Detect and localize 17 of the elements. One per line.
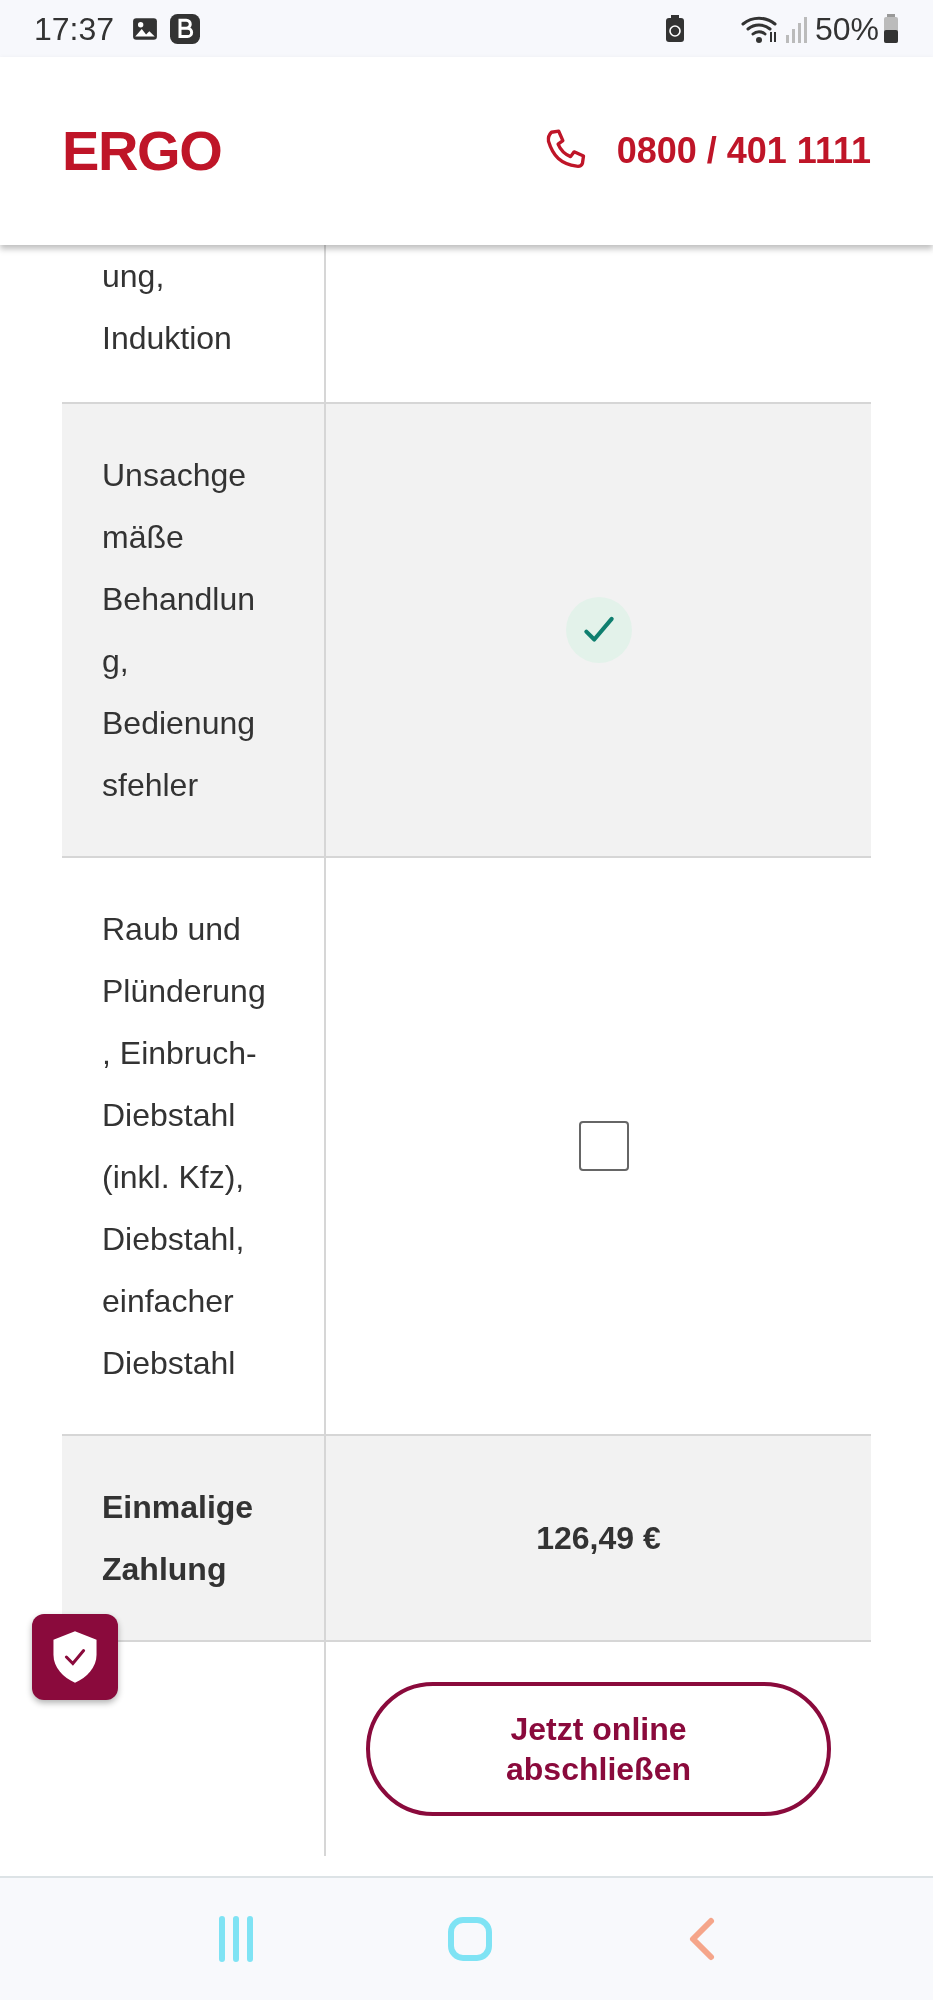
b-app-icon [170, 13, 201, 44]
battery-saver-icon [664, 14, 685, 43]
row-label: Einmalige Zahlung [102, 1488, 255, 1589]
signal-icon [784, 14, 809, 43]
row-label: Raub und Plünderung , Einbruch- Diebstahl (inkl. Kfz), Diebstahl, einfacher Diebstahl [102, 910, 267, 1383]
battery-icon [883, 13, 899, 44]
row-label: Unsachge mäße Behandlun g, Bedienung sfehler [102, 456, 257, 805]
price-value: 126,49 € [536, 1519, 661, 1558]
battery-percent: 50% [814, 9, 879, 49]
checkbox[interactable] [578, 1121, 629, 1171]
logo[interactable]: ERGO [62, 109, 222, 193]
status-time: 17:37 [34, 9, 115, 49]
security-badge[interactable] [32, 1614, 118, 1700]
phone-number[interactable]: 0800 / 401 1111 [616, 124, 871, 178]
image-icon [132, 15, 159, 42]
buy-online-button[interactable]: Jetzt online abschließen [366, 1682, 831, 1816]
row-label: ung, Induktion [102, 257, 233, 358]
